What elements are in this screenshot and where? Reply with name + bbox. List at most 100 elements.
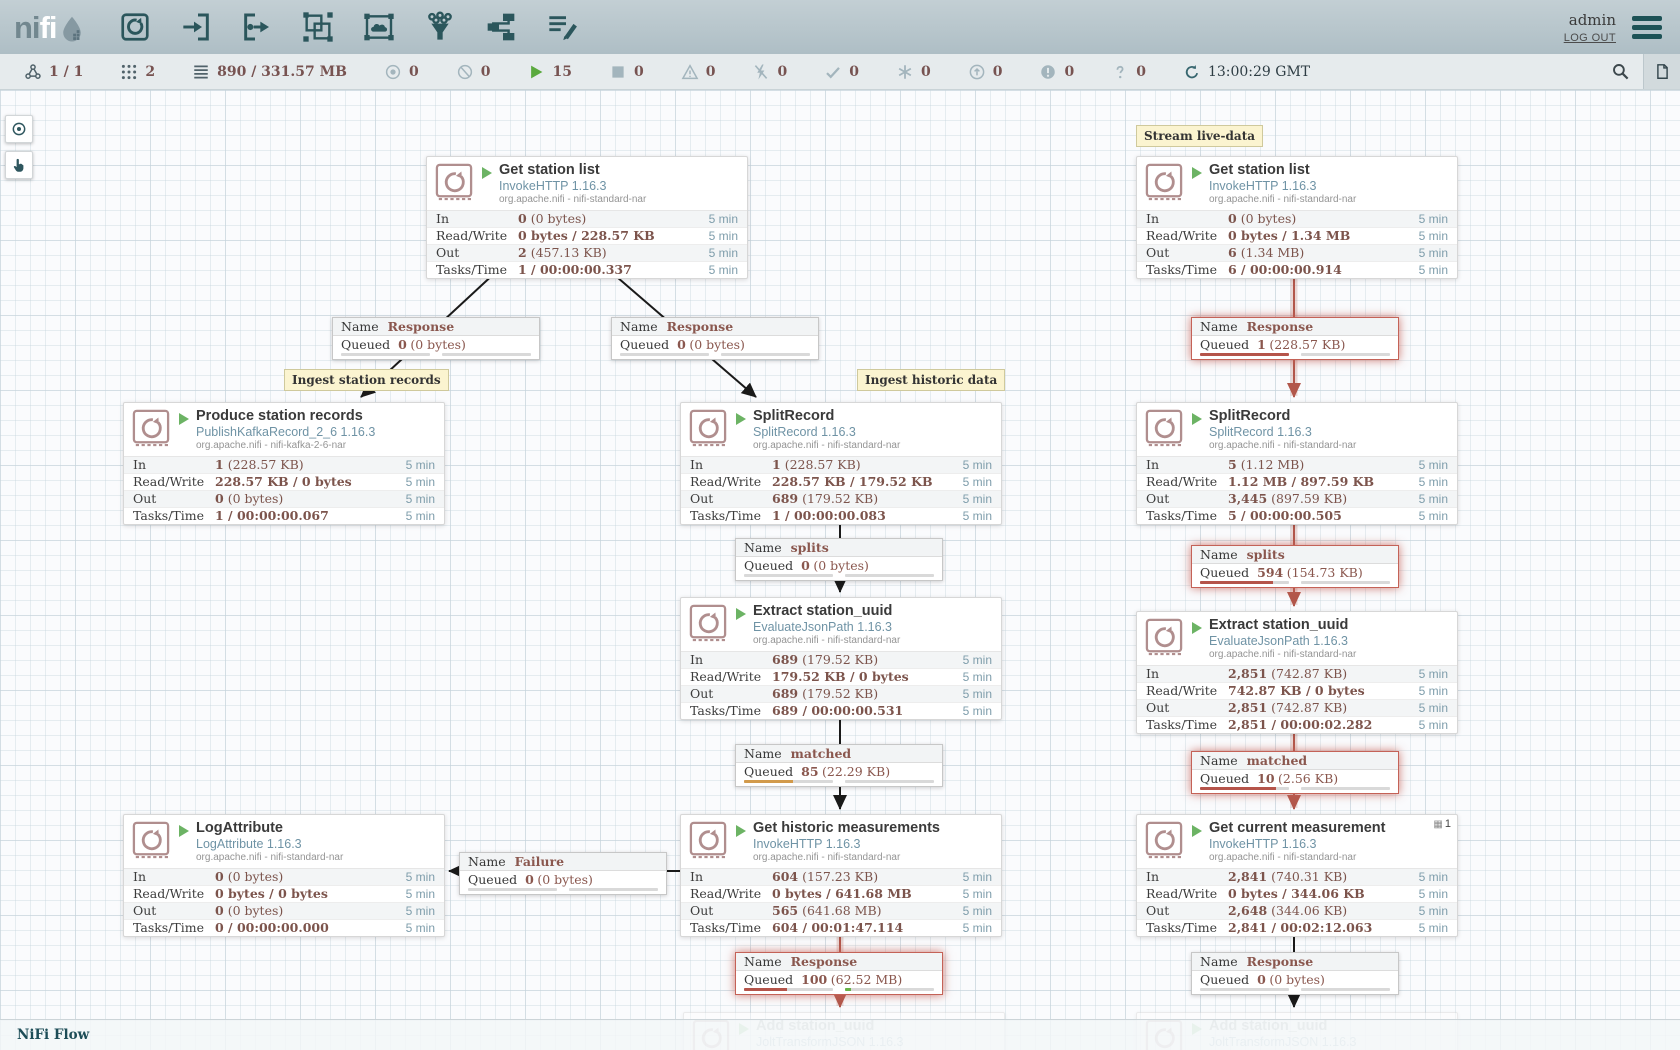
object-threshold-bar (1200, 581, 1289, 584)
backpressure-bars (1192, 580, 1398, 587)
backpressure-bars (1192, 352, 1398, 359)
processor[interactable]: Extract station_uuid EvaluateJsonPath 1.… (1136, 611, 1458, 734)
processor-type: EvaluateJsonPath 1.16.3 (753, 620, 900, 635)
remote-process-group-icon (363, 11, 395, 43)
stat-row-out: Out0 (0 bytes)5 min (124, 903, 444, 920)
add-funnel-button[interactable] (423, 10, 457, 44)
connection-queued-value: 0 (0 bytes) (801, 558, 869, 573)
processor-name: Extract station_uuid (1209, 617, 1356, 634)
processor[interactable]: Get station list InvokeHTTP 1.16.3 org.a… (426, 156, 748, 279)
canvas-label-text: Stream live-data (1144, 129, 1255, 143)
backpressure-bars (1192, 987, 1398, 994)
processor-name: Produce station records (196, 408, 375, 425)
size-threshold-bar (1301, 787, 1390, 790)
label-icon (546, 11, 578, 43)
connection-label[interactable]: Name Response Queued 1 (228.57 KB) (1191, 317, 1399, 360)
canvas-label[interactable]: Ingest station records (284, 369, 449, 391)
connection-label[interactable]: Name splits Queued 594 (154.73 KB) (1191, 545, 1399, 588)
stat-row-readwrite: Read/Write228.57 KB / 179.52 KB 5 min (681, 474, 1001, 491)
stat-row-in: In1 (228.57 KB)5 min (124, 457, 444, 474)
add-input-port-button[interactable] (179, 10, 213, 44)
not-transmitting-icon (456, 63, 474, 81)
processor-stats: In689 (179.52 KB)5 min Read/Write179.52 … (681, 651, 1001, 719)
active-threads-icon (120, 63, 138, 81)
search-button[interactable] (1597, 54, 1643, 89)
stat-row-out: Out6 (1.34 MB)5 min (1137, 245, 1457, 262)
processor[interactable]: SplitRecord SplitRecord 1.16.3 org.apach… (1136, 402, 1458, 525)
stat-row-in: In5 (1.12 MB)5 min (1137, 457, 1457, 474)
processor-bundle: org.apache.nifi - nifi-standard-nar (753, 440, 900, 452)
status-refresh: 13:00:29 GMT (1183, 63, 1310, 81)
stat-row-readwrite: Read/Write0 bytes / 1.34 MB 5 min (1137, 228, 1457, 245)
breadcrumb-bar: NiFi Flow (0, 1019, 1680, 1050)
search-icon (1611, 62, 1630, 81)
stat-row-tasks: Tasks/Time2,841 / 00:02:12.063 5 min (1137, 920, 1457, 936)
template-icon (485, 11, 517, 43)
connection-label[interactable]: Name Response Queued 0 (0 bytes) (611, 317, 819, 360)
connection-label[interactable]: Name splits Queued 0 (0 bytes) (735, 538, 943, 581)
connection-label[interactable]: Name Failure Queued 0 (0 bytes) (459, 852, 667, 895)
connection-label[interactable]: Name Response Queued 0 (0 bytes) (1191, 952, 1399, 995)
global-menu-button[interactable] (1632, 12, 1662, 43)
processor-bundle: org.apache.nifi - nifi-standard-nar (753, 852, 940, 864)
size-threshold-bar (569, 888, 658, 891)
connection-label[interactable]: Name Response Queued 100 (62.52 MB) (735, 952, 943, 995)
add-template-button[interactable] (484, 10, 518, 44)
backpressure-bars (1192, 786, 1398, 793)
processor-stats: In2,851 (742.87 KB)5 min Read/Write742.8… (1137, 665, 1457, 733)
input-port-icon (180, 11, 212, 43)
stat-row-out: Out689 (179.52 KB)5 min (681, 491, 1001, 508)
processor[interactable]: SplitRecord SplitRecord 1.16.3 org.apach… (680, 402, 1002, 525)
add-remote-process-group-button[interactable] (362, 10, 396, 44)
stat-row-tasks: Tasks/Time604 / 00:01:47.114 5 min (681, 920, 1001, 936)
disabled-icon (752, 63, 770, 81)
running-status-icon (179, 413, 189, 425)
processor-name: Get historic measurements (753, 820, 940, 837)
operate-palette-button[interactable] (5, 151, 33, 179)
stat-row-in: In0 (0 bytes)5 min (1137, 211, 1457, 228)
cluster-icon (24, 63, 42, 81)
add-processor-button[interactable] (118, 10, 152, 44)
processor-bundle: org.apache.nifi - nifi-standard-nar (1209, 649, 1356, 661)
processor[interactable]: LogAttribute LogAttribute 1.16.3 org.apa… (123, 814, 445, 937)
processor-stats: In604 (157.23 KB)5 min Read/Write0 bytes… (681, 868, 1001, 936)
processor-type: InvokeHTTP 1.16.3 (499, 179, 646, 194)
canvas-label[interactable]: Stream live-data (1136, 125, 1263, 147)
connection-relationship: Failure (515, 854, 564, 869)
canvas-label[interactable]: Ingest historic data (857, 369, 1005, 391)
logout-link[interactable]: LOG OUT (1564, 32, 1616, 44)
object-threshold-bar (744, 574, 833, 577)
connection-label[interactable]: Name matched Queued 10 (2.56 KB) (1191, 751, 1399, 794)
processor-name: Get station list (1209, 162, 1356, 179)
add-process-group-button[interactable] (301, 10, 335, 44)
connection-queued-label: Queued (1200, 972, 1249, 987)
summary-button[interactable] (1643, 54, 1680, 89)
flow-canvas[interactable]: Get station list InvokeHTTP 1.16.3 org.a… (0, 90, 1680, 1050)
locally-modified-icon (896, 63, 914, 81)
object-threshold-bar (744, 988, 833, 991)
processor[interactable]: Produce station records PublishKafkaReco… (123, 402, 445, 525)
processor-icon (119, 11, 151, 43)
object-threshold-bar (620, 353, 709, 356)
connection-queued-label: Queued (1200, 337, 1249, 352)
processor[interactable]: Get historic measurements InvokeHTTP 1.1… (680, 814, 1002, 937)
running-status-icon (1192, 167, 1202, 179)
logo-text-fi: fi (40, 12, 57, 43)
navigate-palette-button[interactable] (5, 115, 33, 143)
breadcrumb-root[interactable]: NiFi Flow (17, 1027, 89, 1043)
processor-bundle: org.apache.nifi - nifi-standard-nar (196, 852, 343, 864)
refresh-icon[interactable] (1183, 63, 1201, 81)
status-queued: 890 / 331.57 MB (192, 63, 347, 81)
processor[interactable]: Extract station_uuid EvaluateJsonPath 1.… (680, 597, 1002, 720)
connection-label[interactable]: Name Response Queued 0 (0 bytes) (332, 317, 540, 360)
stopped-icon (609, 63, 627, 81)
connection-name-label: Name (1200, 547, 1238, 562)
add-output-port-button[interactable] (240, 10, 274, 44)
processor-stamp-icon (689, 821, 727, 859)
nifi-logo: nifi (14, 12, 86, 43)
processor[interactable]: Get current measurement InvokeHTTP 1.16.… (1136, 814, 1458, 937)
backpressure-bars (460, 887, 666, 894)
add-label-button[interactable] (545, 10, 579, 44)
processor[interactable]: Get station list InvokeHTTP 1.16.3 org.a… (1136, 156, 1458, 279)
connection-label[interactable]: Name matched Queued 85 (22.29 KB) (735, 744, 943, 787)
